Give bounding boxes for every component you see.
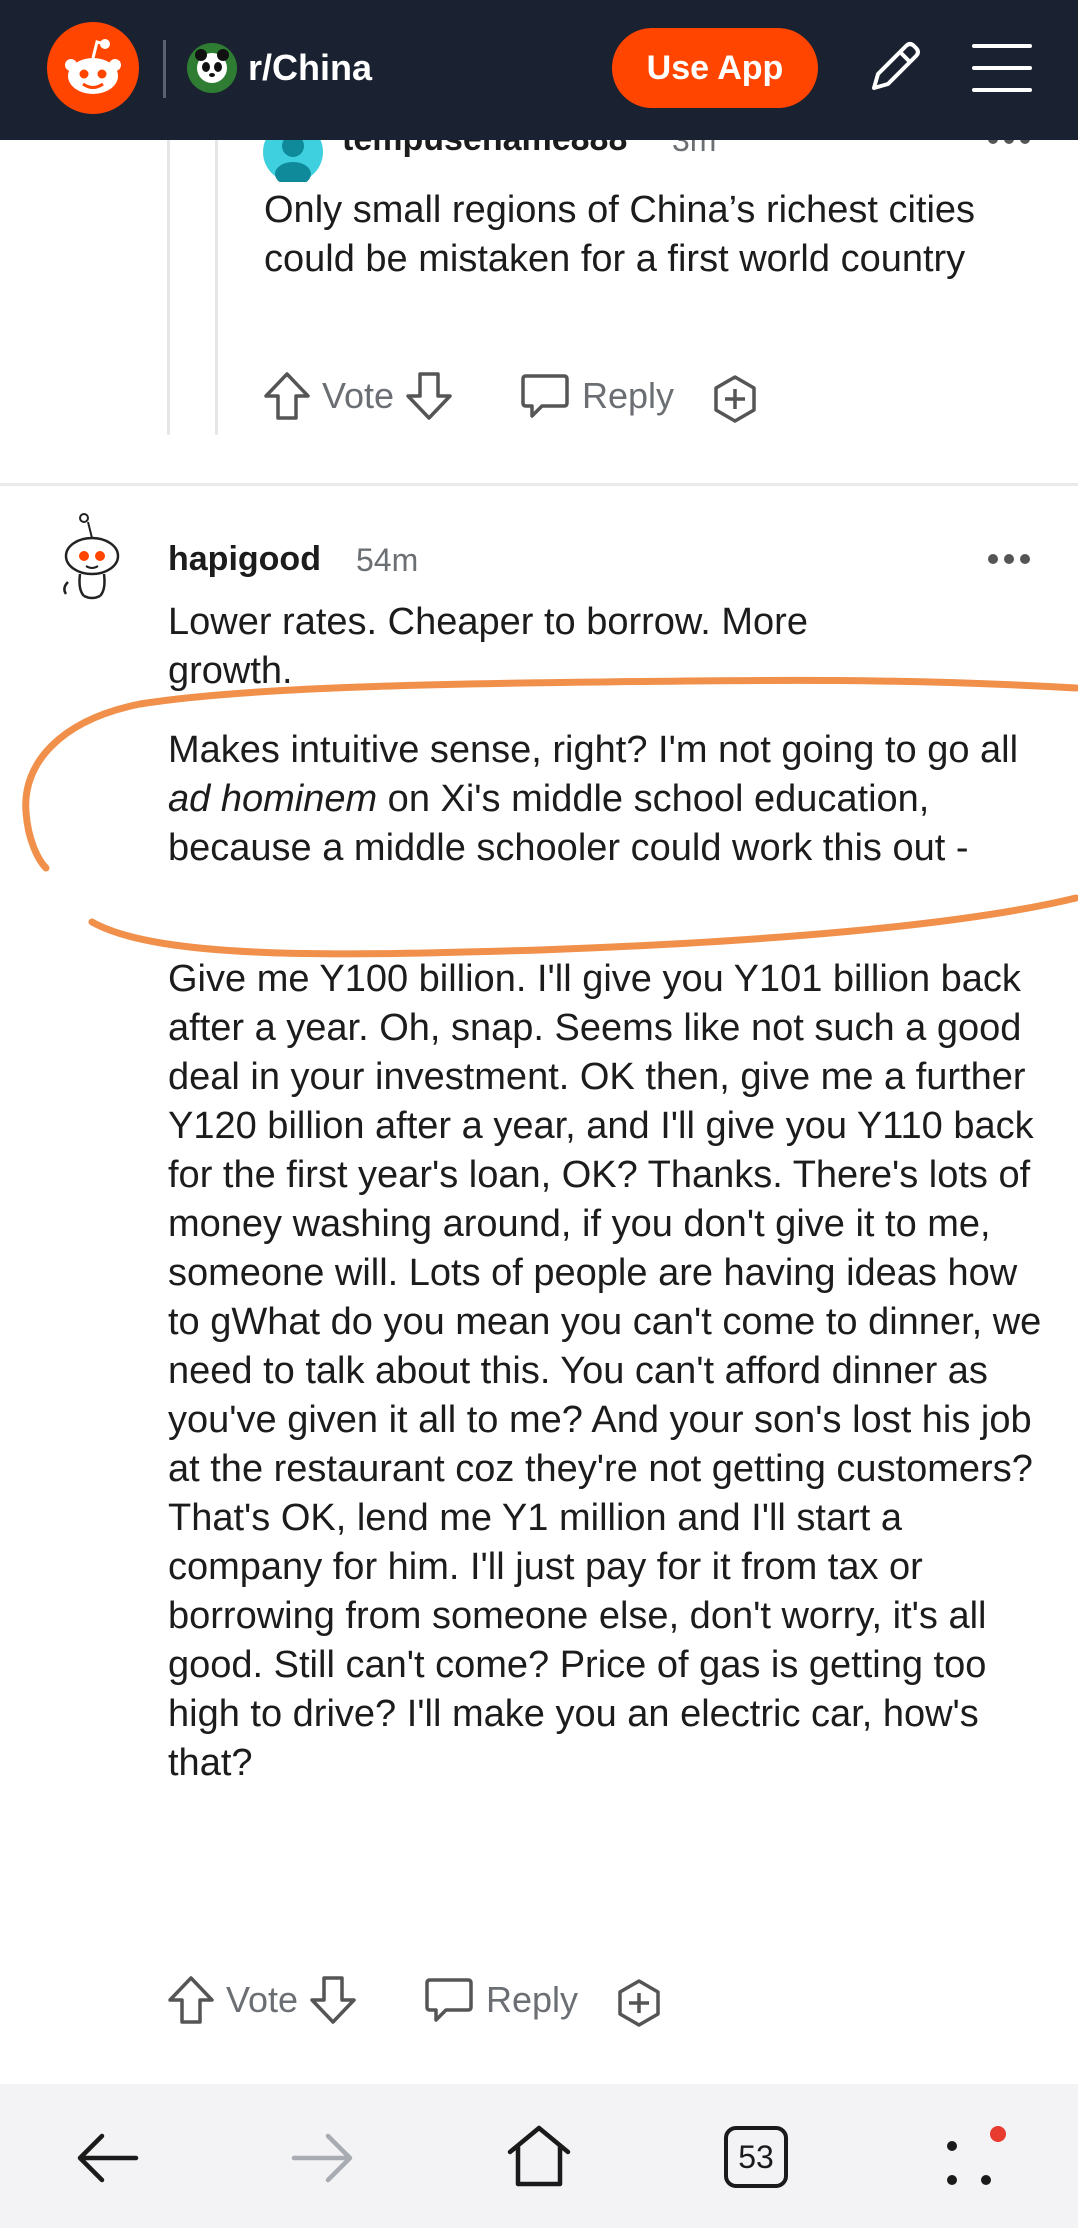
- thread-line-inner[interactable]: [215, 140, 218, 435]
- downvote-icon[interactable]: [404, 370, 454, 422]
- hamburger-menu-icon[interactable]: [970, 38, 1034, 98]
- main-text-2: Makes intuitive sense, right? I'm not go…: [168, 726, 1048, 873]
- main-paragraph-2: Makes intuitive sense, right? I'm not go…: [168, 726, 1048, 873]
- back-arrow-icon[interactable]: [74, 2130, 140, 2186]
- subreddit-avatar[interactable]: [186, 42, 238, 94]
- main-text-1: Lower rates. Cheaper to borrow. More gro…: [168, 601, 808, 692]
- header-divider: [163, 40, 166, 98]
- tabs-button[interactable]: 53: [724, 2126, 788, 2188]
- main-paragraph-3: Give me Y100 billion. I'll give you Y101…: [168, 955, 1048, 1788]
- upvote-icon[interactable]: [262, 370, 312, 422]
- reply-reply-button[interactable]: Reply: [520, 372, 674, 420]
- main-reply-label: Reply: [486, 1979, 579, 2020]
- reply-vote-group: Vote: [262, 370, 454, 422]
- subreddit-name[interactable]: r/China: [248, 44, 372, 92]
- main-vote-label: Vote: [226, 1979, 299, 2020]
- main-username[interactable]: hapigood: [168, 540, 321, 579]
- more-menu-icon[interactable]: [940, 2122, 1010, 2192]
- reply-text: Only small regions of China’s richest ci…: [264, 189, 976, 280]
- main-vote-group: Vote: [166, 1974, 358, 2026]
- comment-bubble-icon: [425, 1978, 473, 2022]
- top-header: r/China Use App: [0, 0, 1078, 140]
- award-icon[interactable]: [710, 374, 760, 424]
- comment-separator: [0, 483, 1078, 486]
- reply-reply-label: Reply: [582, 375, 675, 416]
- upvote-icon[interactable]: [166, 1974, 216, 2026]
- use-app-button[interactable]: Use App: [612, 28, 818, 108]
- user-avatar[interactable]: [52, 512, 130, 604]
- main-timestamp: 54m: [356, 542, 419, 578]
- award-icon[interactable]: [614, 1978, 664, 2028]
- pencil-icon[interactable]: [860, 36, 926, 102]
- main-text-2-before: Makes intuitive sense, right? I'm not go…: [168, 729, 1019, 771]
- tab-count: 53: [738, 2138, 774, 2175]
- comment-bubble-icon: [521, 374, 569, 418]
- main-text-2-italic: ad hominem: [168, 778, 378, 820]
- reddit-logo[interactable]: [47, 22, 139, 114]
- main-paragraph-1: Lower rates. Cheaper to borrow. More gro…: [168, 598, 928, 696]
- reply-vote-label: Vote: [322, 375, 395, 416]
- home-icon[interactable]: [504, 2122, 574, 2190]
- main-text-3: Give me Y100 billion. I'll give you Y101…: [168, 958, 1042, 1784]
- main-more-options-icon[interactable]: [987, 552, 1031, 566]
- main-reply-button[interactable]: Reply: [424, 1976, 578, 2024]
- browser-bottom-bar: 53: [0, 2084, 1078, 2228]
- reply-body: Only small regions of China’s richest ci…: [264, 186, 1054, 284]
- downvote-icon[interactable]: [308, 1974, 358, 2026]
- thread-line-outer[interactable]: [167, 140, 170, 435]
- forward-arrow-icon[interactable]: [290, 2130, 356, 2186]
